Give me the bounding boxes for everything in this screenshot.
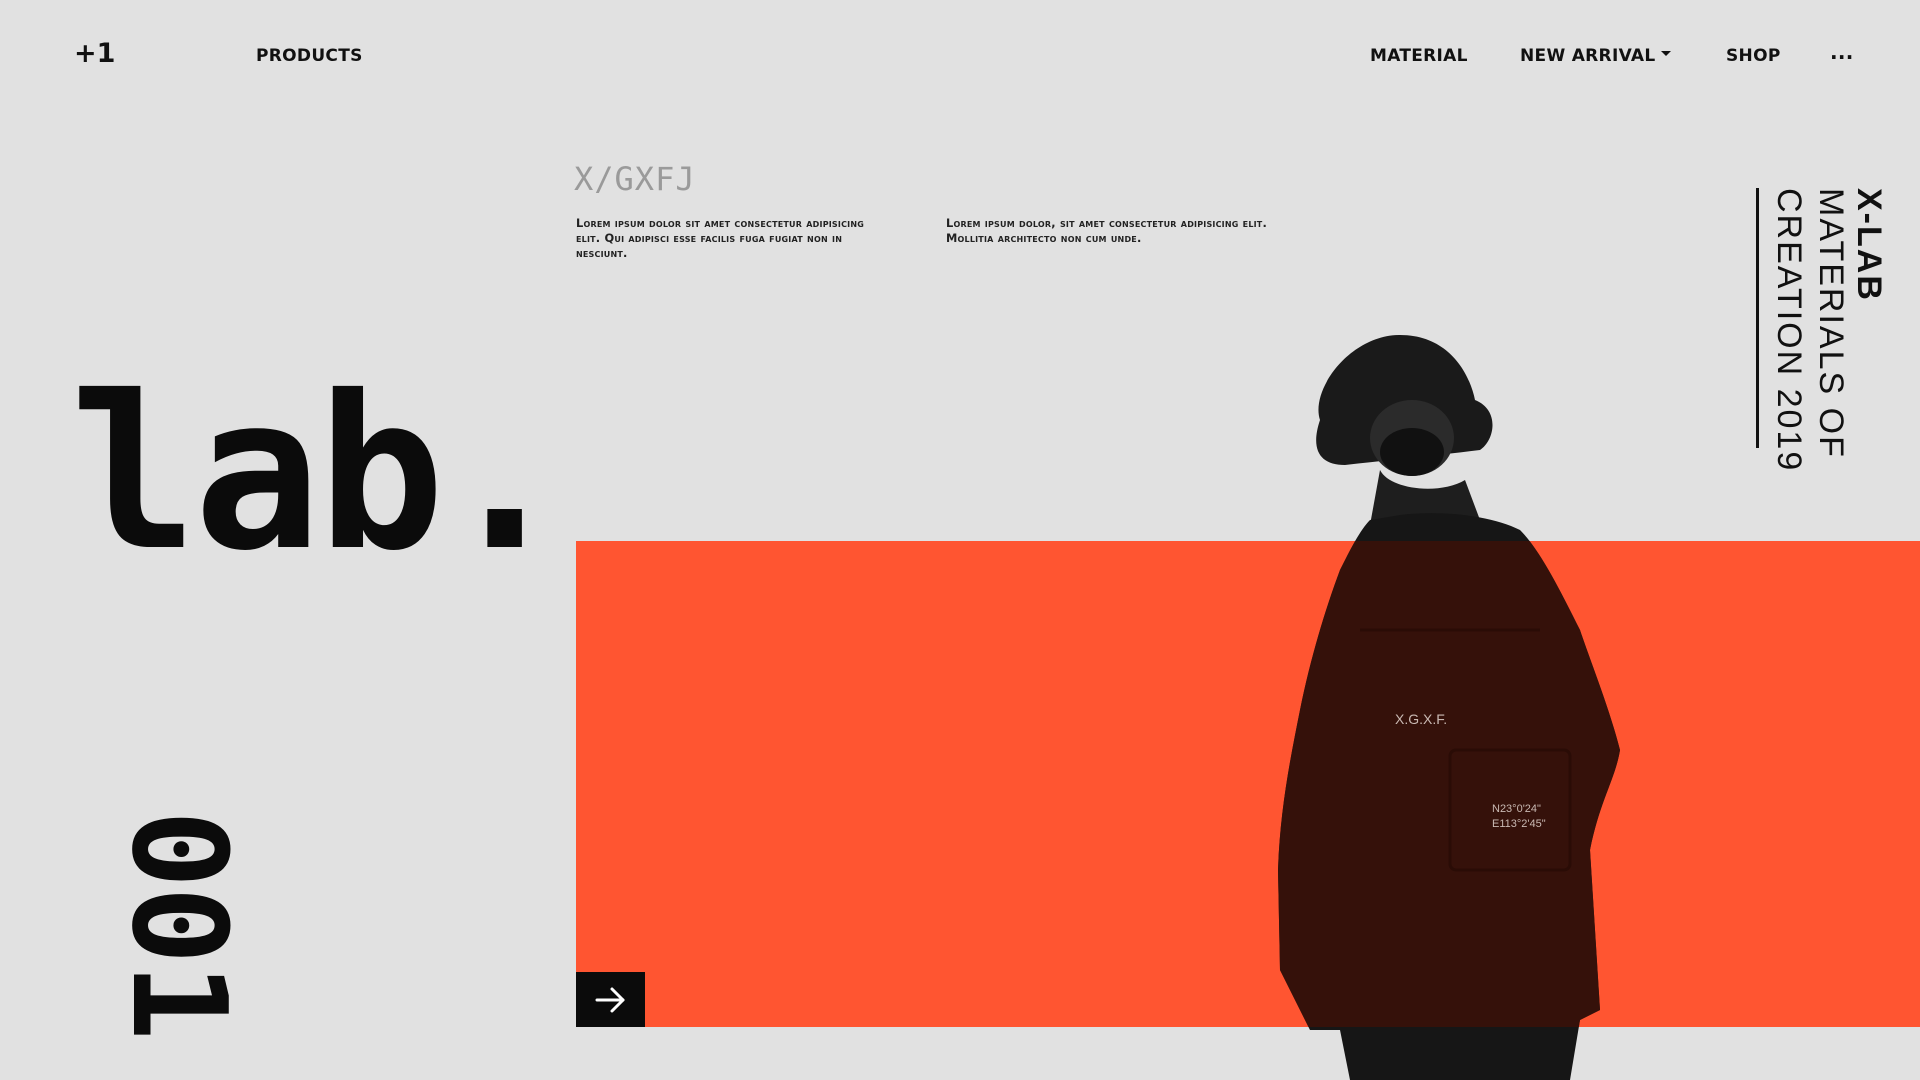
slide-number-text: 001: [103, 810, 255, 1039]
nav-material[interactable]: MATERIAL: [1370, 46, 1468, 66]
jacket-brand-print: X.G.X.F.: [1395, 711, 1447, 727]
vertical-title-line-1: X-LAB: [1850, 188, 1888, 302]
vertical-title-line-2: MATERIALS OF: [1812, 188, 1850, 459]
nav-products[interactable]: PRODUCTS: [256, 46, 363, 66]
intro-text-1: Lorem ipsum dolor sit amet consectetur a…: [576, 216, 864, 260]
nav-more-menu[interactable]: ...: [1830, 40, 1854, 64]
jacket-coord-2: E113°2'45": [1492, 818, 1546, 830]
brand-logo[interactable]: +1: [74, 38, 115, 69]
slide-number: 001: [94, 810, 264, 1039]
model-figure-image: X.G.X.F. N23°0'24" E113°2'45": [1278, 335, 1620, 1080]
hero-title: lab.: [70, 350, 569, 597]
jacket-coord-1: N23°0'24": [1492, 803, 1541, 815]
caret-down-icon: [1661, 50, 1672, 56]
xgxfj-logo: X/GXFJ: [574, 160, 696, 198]
nav-new-arrival[interactable]: NEW ARRIVAL: [1520, 46, 1672, 66]
vertical-title-line-3: CREATION 2019: [1770, 188, 1808, 473]
arrow-right-icon: [595, 987, 625, 1013]
next-slide-button[interactable]: [576, 972, 645, 1027]
nav-shop[interactable]: SHOP: [1726, 46, 1781, 66]
nav-new-arrival-label: NEW ARRIVAL: [1520, 46, 1656, 66]
vertical-title: X-LAB MATERIALS OF CREATION 2019: [1756, 188, 1888, 472]
intro-text-2: Lorem ipsum dolor, sit amet consectetur …: [946, 216, 1267, 245]
